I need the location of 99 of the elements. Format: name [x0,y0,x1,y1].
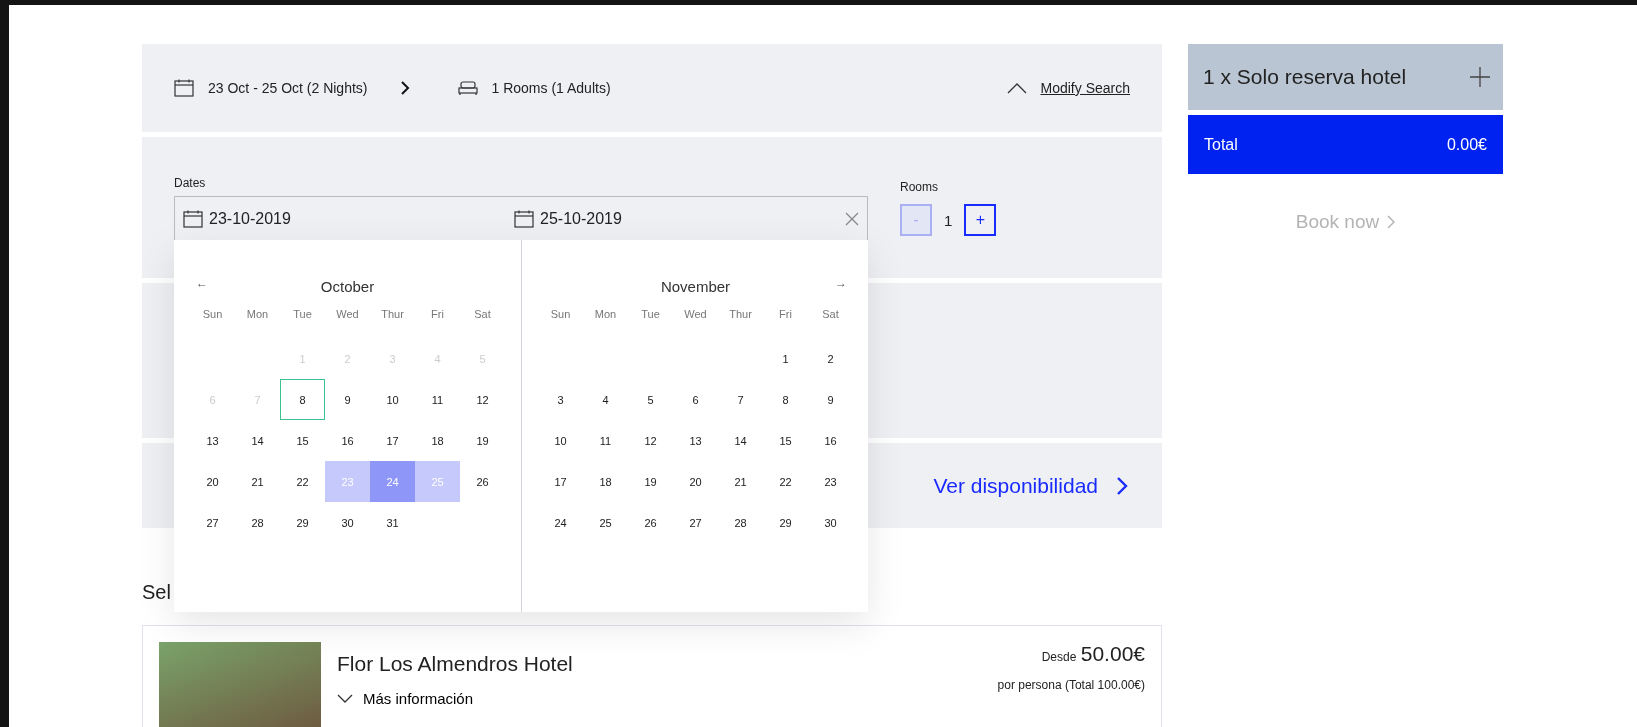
weekday-label: Mon [593,307,618,322]
calendar-day[interactable]: 12 [460,379,505,420]
end-date: 25-10-2019 [540,209,622,228]
more-info-toggle[interactable]: Más información [337,690,474,707]
calendar-day[interactable]: 11 [415,379,460,420]
rooms-value: 1 [944,211,953,229]
previous-month-button[interactable]: ← [190,276,214,290]
month-title: November [660,277,731,295]
calendar-day[interactable]: 21 [718,461,763,502]
close-icon[interactable] [845,211,859,226]
calendar-day[interactable]: 25 [583,502,628,543]
calendar-day[interactable]: 19 [628,461,673,502]
chevron-down-icon [337,694,353,703]
calendar-day[interactable]: 18 [583,461,628,502]
price-from: Desde 50.00€ [1040,642,1145,666]
calendar-day[interactable]: 15 [763,420,808,461]
calendar-day[interactable]: 24 [538,502,583,543]
calendar-day[interactable]: 6 [673,379,718,420]
weekday-label: Tue [292,307,313,322]
calendar-day[interactable]: 11 [583,420,628,461]
weekday-label: Mon [245,307,270,322]
price-note: por persona (Total 100.00€) [997,678,1145,692]
chevron-right-icon [399,81,410,95]
calendar-day[interactable]: 8 [763,379,808,420]
weekday-label: Wed [335,307,360,322]
calendar-day[interactable]: 23 [808,461,853,502]
dates-summary: 23 Oct - 25 Oct (2 Nights) [208,80,368,96]
month-title: October [320,277,375,295]
check-availability-button[interactable]: Ver disponibilidad [927,472,1134,499]
date-range-field[interactable]: 23-10-2019 25-10-2019 [174,196,868,241]
rooms-summary: 1 Rooms (1 Adults) [491,80,611,96]
weekday-label: Sat [473,307,492,322]
total-amount: 0.00€ [1446,135,1487,154]
calendar-icon [174,79,194,97]
calendar-day[interactable]: 14 [235,420,280,461]
weekday-label: Tue [640,307,661,322]
weekday-label: Sun [549,307,572,322]
calendar-day[interactable]: 26 [460,461,505,502]
calendar-day[interactable]: 26 [628,502,673,543]
bed-icon [457,81,478,95]
calendar-day[interactable]: 20 [190,461,235,502]
calendar-day[interactable]: 1 [763,338,808,379]
calendar-day[interactable]: 5 [628,379,673,420]
calendar-day[interactable]: 14 [718,420,763,461]
calendar-day[interactable]: 9 [325,379,370,420]
cart-item-label: 1 x Solo reserva hotel [1203,65,1407,89]
rooms-label: Rooms [900,180,938,194]
calendar-icon [183,209,203,228]
calendar-day[interactable]: 16 [325,420,370,461]
plus-icon[interactable] [1469,66,1491,88]
calendar-day[interactable]: 22 [280,461,325,502]
calendar-day[interactable]: 28 [718,502,763,543]
section-heading: Sel [142,581,172,604]
calendar-day[interactable]: 8 [280,379,325,420]
weekday-label: Thur [380,307,405,322]
calendar-day[interactable]: 19 [460,420,505,461]
weekday-label: Fri [430,307,445,322]
calendar-day[interactable]: 20 [673,461,718,502]
calendar-day[interactable]: 27 [190,502,235,543]
calendar-day[interactable]: 7 [718,379,763,420]
hotel-name: Flor Los Almendros Hotel [337,652,574,676]
calendar-day[interactable]: 18 [415,420,460,461]
calendar-day[interactable]: 22 [763,461,808,502]
calendar-day[interactable]: 27 [673,502,718,543]
weekday-label: Fri [778,307,793,322]
weekday-label: Sun [201,307,224,322]
increment-button[interactable]: + [964,204,997,236]
calendar-day[interactable]: 15 [280,420,325,461]
calendar-day[interactable]: 30 [325,502,370,543]
calendar-day[interactable]: 28 [235,502,280,543]
calendar-day[interactable]: 17 [370,420,415,461]
calendar-day[interactable]: 29 [763,502,808,543]
calendar-day[interactable]: 13 [190,420,235,461]
calendar-day[interactable]: 2 [808,338,853,379]
calendar-day[interactable]: 3 [538,379,583,420]
calendar-day[interactable]: 13 [673,420,718,461]
calendar-day[interactable]: 16 [808,420,853,461]
weekday-label: Wed [683,307,708,322]
calendar-day[interactable]: 10 [370,379,415,420]
calendar-day[interactable]: 30 [808,502,853,543]
chevron-right-icon [1387,215,1396,229]
calendar-day[interactable]: 4 [583,379,628,420]
chevron-right-icon [1116,475,1128,496]
weekday-label: Sat [821,307,840,322]
modify-search-link[interactable]: Modify Search [1040,80,1130,96]
calendar-day[interactable]: 31 [370,502,415,543]
calendar-day[interactable]: 10 [538,420,583,461]
calendar-day[interactable]: 9 [808,379,853,420]
calendar-day[interactable]: 17 [538,461,583,502]
dates-label: Dates [174,176,206,190]
calendar-icon [514,209,534,228]
chevron-up-icon [1006,82,1027,94]
calendar-day[interactable]: 29 [280,502,325,543]
total-label: Total [1204,135,1238,154]
next-month-button[interactable]: → [829,276,853,290]
weekday-label: Thur [728,307,753,322]
calendar-day[interactable]: 12 [628,420,673,461]
calendar-day[interactable]: 21 [235,461,280,502]
start-date: 23-10-2019 [209,209,291,228]
